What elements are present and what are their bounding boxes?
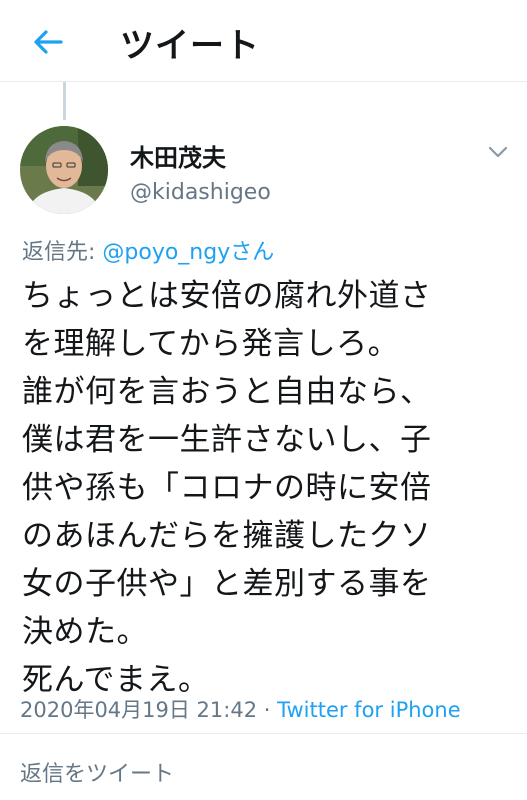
more-options-button[interactable] [484, 138, 512, 166]
back-arrow-icon [34, 30, 63, 54]
tweet-text-line: ちょっとは安倍の腐れ外道さ [22, 278, 432, 314]
page-title: ツイート [120, 26, 260, 66]
thread-connector-line [63, 82, 66, 120]
divider [0, 733, 527, 734]
avatar[interactable] [20, 126, 108, 214]
meta-separator: · [257, 698, 278, 722]
tweet-meta: 2020年04月19日 21:42 · Twitter for iPhone [20, 694, 461, 724]
top-bar: ツイート [0, 0, 527, 82]
tweet-text-line: 供や孫も「コロナの時に安倍 [22, 470, 432, 506]
tweet-text-line: 僕は君を一生許さないし、子 [22, 422, 432, 458]
chevron-down-icon [488, 146, 508, 158]
avatar-photo [20, 126, 108, 214]
author-handle[interactable]: @kidashigeo [130, 180, 271, 205]
reply-to-mention-link[interactable]: @poyo_ngyさん [102, 240, 274, 265]
tweet-timestamp[interactable]: 2020年04月19日 21:42 [20, 698, 257, 722]
tweet-text-line: 決めた。 [22, 614, 148, 650]
tweet-source-link[interactable]: Twitter for iPhone [277, 698, 461, 722]
back-button[interactable] [28, 22, 68, 62]
tweet-text-line: のあほんだらを擁護したクソ [22, 518, 432, 554]
tweet-text: ちょっとは安倍の腐れ外道さ を理解してから発言しろ。 誰が何を言おうと自由なら、… [22, 272, 512, 704]
tweet-text-line: を理解してから発言しろ。 [22, 326, 400, 362]
reply-input[interactable]: 返信をツイート [20, 756, 174, 788]
tweet-text-line: 女の子供や」と差別する事を [22, 566, 432, 602]
author-display-name[interactable]: 木田茂夫 [130, 138, 226, 173]
reply-to-line: 返信先: @poyo_ngyさん [22, 234, 274, 266]
reply-to-label: 返信先: [22, 240, 103, 265]
tweet-text-line: 誰が何を言おうと自由なら、 [22, 374, 432, 410]
